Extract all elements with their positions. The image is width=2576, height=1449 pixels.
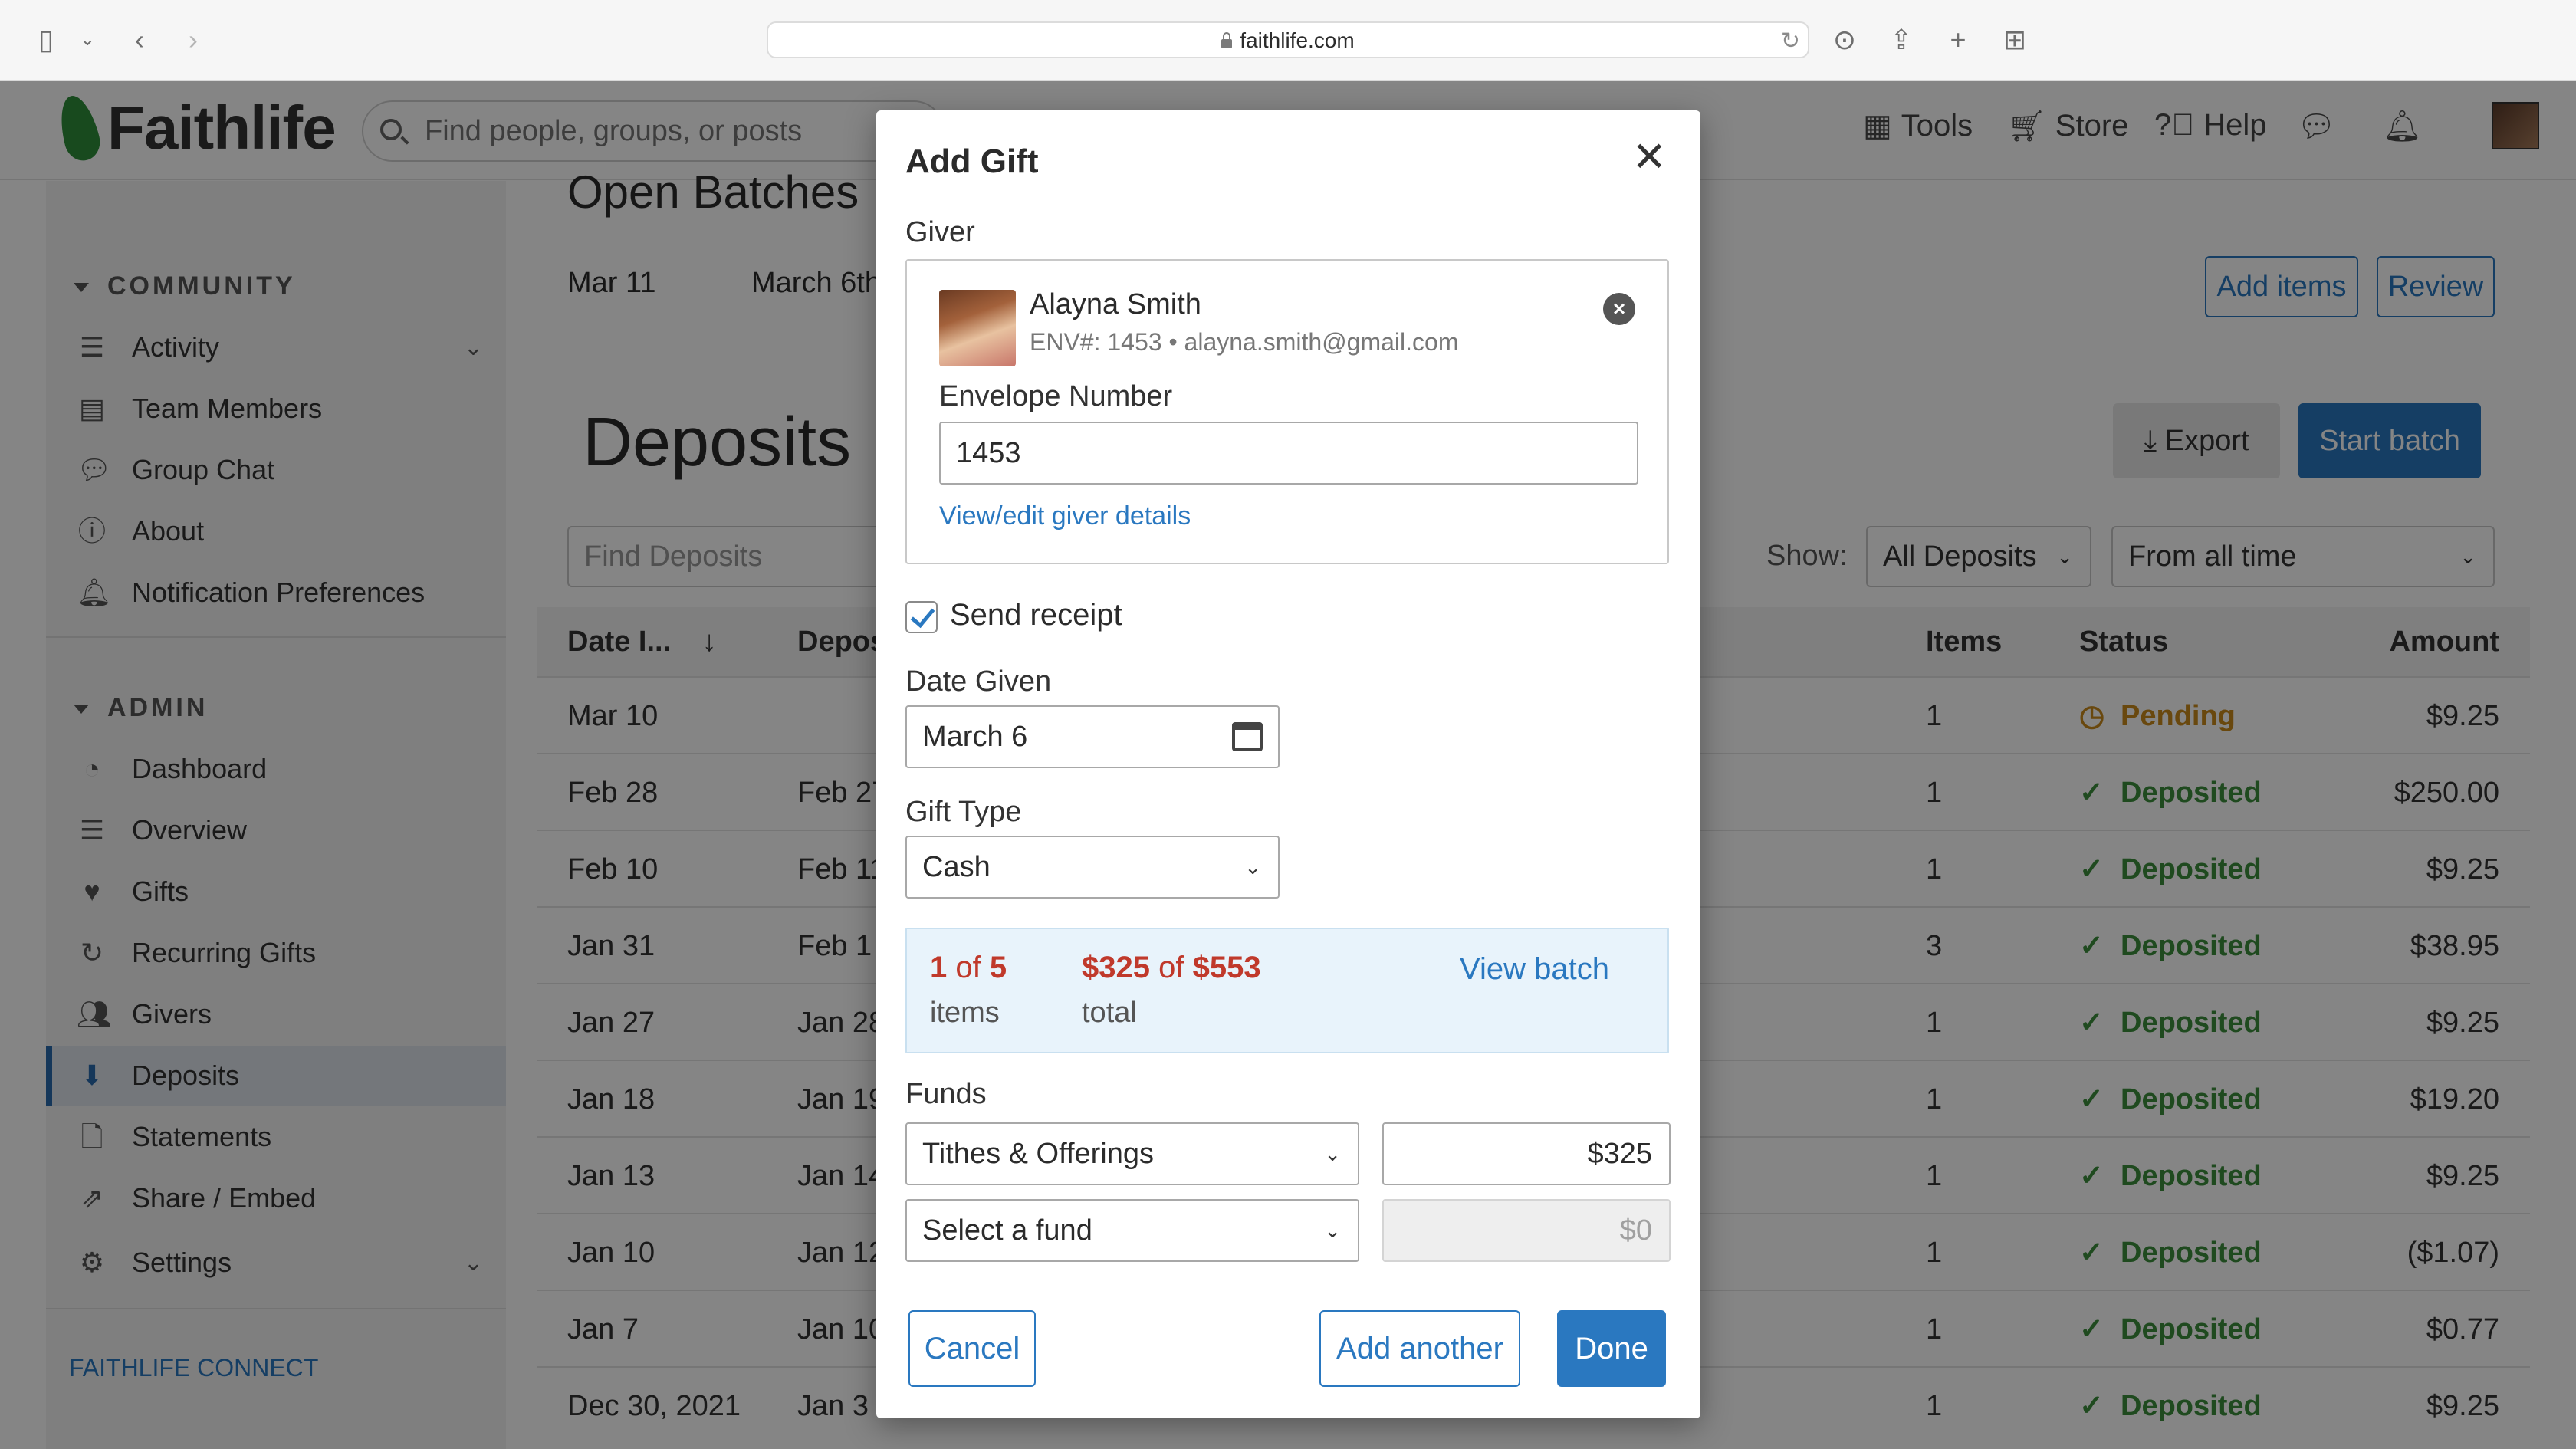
gift-type-select[interactable]: Cash ⌄ [905,836,1280,899]
giver-name: Alayna Smith [1030,288,1201,320]
dialog-title: Add Gift [905,143,1039,180]
share-icon[interactable]: ⇪ [1884,23,1918,57]
forward-icon[interactable]: › [176,23,210,57]
date-given-field[interactable]: March 6 [905,705,1280,768]
browser-toolbar: ▯ ⌄ ‹ › faithlife.com ↻ ⊙ ⇪ + ⊞ [0,0,2576,80]
sidebar-toggle-icon[interactable]: ▯ [29,23,63,57]
reload-icon[interactable]: ↻ [1781,26,1800,57]
chevron-down-icon: ⌄ [1324,1219,1341,1242]
fund-select-value: Tithes & Offerings [922,1138,1155,1170]
tab-overview-icon[interactable]: ⊞ [1998,23,2032,57]
fund-amount-field: $0 [1382,1199,1671,1262]
fund-select[interactable]: Tithes & Offerings ⌄ [905,1122,1359,1185]
send-receipt-label[interactable]: Send receipt [950,598,1122,632]
envelope-number-label: Envelope Number [939,380,1173,412]
view-batch-link[interactable]: View batch [1460,952,1609,987]
download-icon[interactable]: ⊙ [1828,23,1861,57]
amount-current: $325 [1082,951,1150,984]
amount-total: $553 [1192,951,1261,984]
gift-type-label: Gift Type [905,796,1022,828]
amount-progress: $325 of $553 [1082,951,1261,985]
chevron-down-icon: ⌄ [1244,856,1261,879]
chevron-down-icon: ⌄ [1324,1142,1341,1165]
add-another-button[interactable]: Add another [1319,1310,1520,1387]
fund-select[interactable]: Select a fund ⌄ [905,1199,1359,1262]
envelope-number-field[interactable] [939,422,1638,485]
back-icon[interactable]: ‹ [123,23,156,57]
remove-giver-icon[interactable]: × [1603,293,1635,325]
fund-select-value: Select a fund [922,1214,1092,1247]
address-bar[interactable]: faithlife.com ↻ [767,21,1809,58]
edit-giver-link[interactable]: View/edit giver details [939,501,1191,531]
items-count: 1 [930,951,948,984]
date-given-value: March 6 [922,721,1028,753]
new-tab-icon[interactable]: + [1941,23,1975,57]
lock-icon [1221,32,1233,48]
funds-label: Funds [905,1078,987,1110]
chevron-down-icon[interactable]: ⌄ [71,23,104,57]
done-button[interactable]: Done [1557,1310,1666,1387]
giver-label: Giver [905,216,975,248]
send-receipt-checkbox[interactable] [905,601,938,633]
items-caption: items [930,997,1000,1029]
gift-type-value: Cash [922,851,991,883]
date-given-label: Date Given [905,665,1052,698]
batch-summary: 1 of 5 items $325 of $553 total View bat… [905,928,1669,1053]
amount-of: of [1158,951,1184,984]
items-of: of [955,951,981,984]
cancel-button[interactable]: Cancel [909,1310,1036,1387]
giver-avatar [939,290,1016,366]
items-total: 5 [989,951,1007,984]
total-caption: total [1082,997,1137,1029]
fund-amount-field[interactable]: $325 [1382,1122,1671,1185]
calendar-icon[interactable] [1232,722,1263,751]
add-gift-dialog: Add Gift ✕ Giver Alayna Smith ENV#: 1453… [876,110,1700,1418]
giver-card: Alayna Smith ENV#: 1453 • alayna.smith@g… [905,259,1669,564]
giver-meta: ENV#: 1453 • alayna.smith@gmail.com [1030,328,1459,356]
close-icon[interactable]: ✕ [1632,136,1667,178]
url-text: faithlife.com [1240,28,1355,52]
items-progress: 1 of 5 [930,951,1007,985]
